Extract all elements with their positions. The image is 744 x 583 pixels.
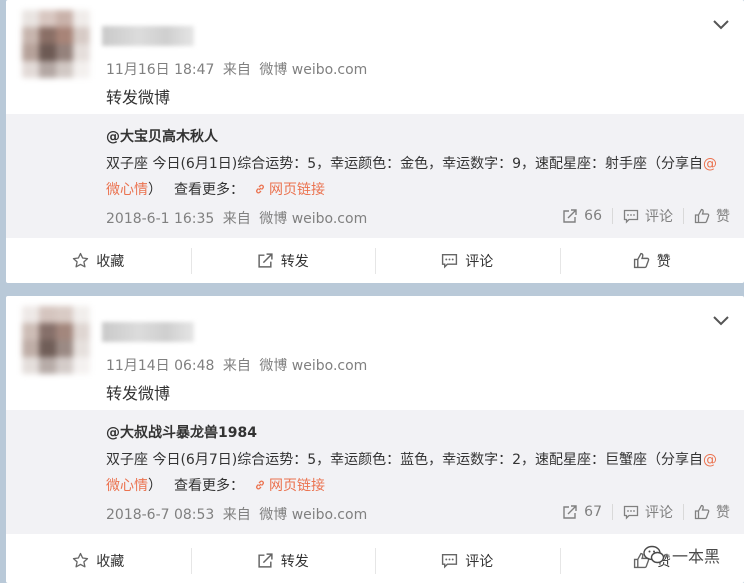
see-more-label: 查看更多：	[174, 182, 244, 198]
forward-like-button[interactable]: 赞	[688, 206, 736, 226]
post-meta: 11月16日 18:47 来自 微博 weibo.com	[106, 59, 367, 79]
comment-label: 评论	[465, 553, 494, 570]
repost-count: 67	[584, 504, 602, 520]
forward-comment-button[interactable]: 评论	[617, 206, 679, 226]
comment-icon	[442, 253, 458, 269]
post-text: 转发微博	[106, 384, 171, 403]
forward-source[interactable]: 微博 weibo.com	[259, 211, 367, 227]
forward-stats: 67 评论 赞	[556, 502, 736, 522]
post-action-bar: 收藏 转发 评论 赞	[6, 238, 744, 283]
forward-source-prefix: 来自	[222, 211, 251, 227]
forward-source-prefix: 来自	[222, 507, 251, 523]
web-link-label: 网页链接	[269, 478, 325, 494]
watermark-text: 一本黑	[671, 547, 720, 566]
post-meta: 11月14日 06:48 来自 微博 weibo.com	[106, 355, 367, 375]
favorite-button[interactable]: 收藏	[6, 538, 191, 583]
forward-meta: 2018-6-7 08:53 来自 微博 weibo.com	[106, 504, 367, 524]
forward-repost-button[interactable]: 66	[556, 208, 608, 224]
forwarded-post: @大叔战斗暴龙兽1984 双子座 今日(6月7日)综合运势：5，幸运颜色：蓝色，…	[6, 410, 744, 534]
comment-icon	[623, 505, 639, 520]
repost-icon	[563, 209, 577, 223]
forward-comment-button[interactable]: 评论	[617, 502, 679, 522]
source-prefix: 来自	[222, 62, 251, 78]
forward-body-suffix: ）	[148, 478, 162, 494]
comment-button[interactable]: 评论	[375, 238, 560, 283]
forward-body-text: 双子座 今日(6月1日)综合运势：5，幸运颜色：金色，幸运数字：9，速配星座：射…	[106, 156, 704, 172]
see-more-label: 查看更多：	[174, 478, 244, 494]
favorite-label: 收藏	[96, 253, 125, 270]
divider	[683, 504, 684, 520]
repost-button[interactable]: 转发	[190, 238, 376, 283]
forward-body: 双子座 今日(6月7日)综合运势：5，幸运颜色：蓝色，幸运数字：2，速配星座：巨…	[106, 447, 728, 499]
chevron-down-icon[interactable]	[712, 18, 730, 32]
comment-label: 评论	[465, 253, 494, 270]
repost-icon	[258, 253, 273, 268]
like-label: 赞	[656, 253, 671, 270]
forward-like-button[interactable]: 赞	[688, 502, 736, 522]
forward-body-suffix: ）	[148, 182, 162, 198]
comment-icon	[623, 209, 639, 224]
forward-source[interactable]: 微博 weibo.com	[259, 507, 367, 523]
comment-label: 评论	[645, 209, 673, 225]
post-source[interactable]: 微博 weibo.com	[259, 358, 367, 374]
comment-icon	[442, 553, 458, 569]
link-icon	[256, 480, 264, 490]
watermark: 一本黑	[642, 543, 720, 567]
wechat-logo-icon	[643, 545, 665, 564]
like-button[interactable]: 赞	[559, 238, 744, 283]
forward-stats: 66 评论 赞	[556, 206, 736, 226]
thumbs-up-icon	[694, 504, 710, 520]
post-text: 转发微博	[106, 88, 171, 107]
avatar[interactable]	[22, 10, 90, 78]
weibo-card: 11月14日 06:48 来自 微博 weibo.com 转发微博 @大叔战斗暴…	[6, 296, 744, 583]
post-action-bar: 收藏 转发 评论 赞	[6, 538, 744, 583]
thumbs-up-icon	[633, 252, 650, 269]
chevron-down-icon[interactable]	[712, 314, 730, 328]
repost-count: 66	[584, 208, 602, 224]
comment-button[interactable]: 评论	[375, 538, 560, 583]
forward-repost-button[interactable]: 67	[556, 504, 608, 520]
forward-author[interactable]: @大叔战斗暴龙兽1984	[106, 422, 257, 442]
favorite-label: 收藏	[96, 553, 125, 570]
post-timestamp[interactable]: 11月14日 06:48	[106, 358, 214, 374]
comment-label: 评论	[645, 505, 673, 521]
repost-icon	[563, 505, 577, 519]
divider	[612, 208, 613, 224]
star-icon	[73, 552, 89, 568]
forward-date[interactable]: 2018-6-1 16:35	[106, 211, 214, 227]
forward-meta: 2018-6-1 16:35 来自 微博 weibo.com	[106, 208, 367, 228]
like-label: 赞	[716, 209, 730, 225]
repost-label: 转发	[280, 253, 309, 270]
web-link[interactable]: 网页链接	[254, 182, 325, 198]
source-prefix: 来自	[222, 358, 251, 374]
divider	[612, 504, 613, 520]
forward-date[interactable]: 2018-6-7 08:53	[106, 507, 214, 523]
avatar[interactable]	[22, 306, 90, 374]
web-link-label: 网页链接	[269, 182, 325, 198]
weibo-card: 11月16日 18:47 来自 微博 weibo.com 转发微博 @大宝贝高木…	[6, 0, 744, 283]
divider	[683, 208, 684, 224]
thumbs-up-icon	[694, 208, 710, 224]
forward-author[interactable]: @大宝贝高木秋人	[106, 126, 218, 146]
post-timestamp[interactable]: 11月16日 18:47	[106, 62, 214, 78]
forward-body: 双子座 今日(6月1日)综合运势：5，幸运颜色：金色，幸运数字：9，速配星座：射…	[106, 151, 728, 203]
star-icon	[73, 252, 89, 268]
forward-body-text: 双子座 今日(6月7日)综合运势：5，幸运颜色：蓝色，幸运数字：2，速配星座：巨…	[106, 452, 704, 468]
web-link[interactable]: 网页链接	[254, 478, 325, 494]
repost-icon	[258, 553, 273, 568]
link-icon	[256, 184, 264, 194]
username-blurred[interactable]	[102, 26, 194, 46]
favorite-button[interactable]: 收藏	[6, 238, 191, 283]
forwarded-post: @大宝贝高木秋人 双子座 今日(6月1日)综合运势：5，幸运颜色：金色，幸运数字…	[6, 114, 744, 238]
repost-label: 转发	[280, 553, 309, 570]
post-source[interactable]: 微博 weibo.com	[259, 62, 367, 78]
like-label: 赞	[716, 505, 730, 521]
repost-button[interactable]: 转发	[190, 538, 376, 583]
username-blurred[interactable]	[102, 322, 194, 342]
